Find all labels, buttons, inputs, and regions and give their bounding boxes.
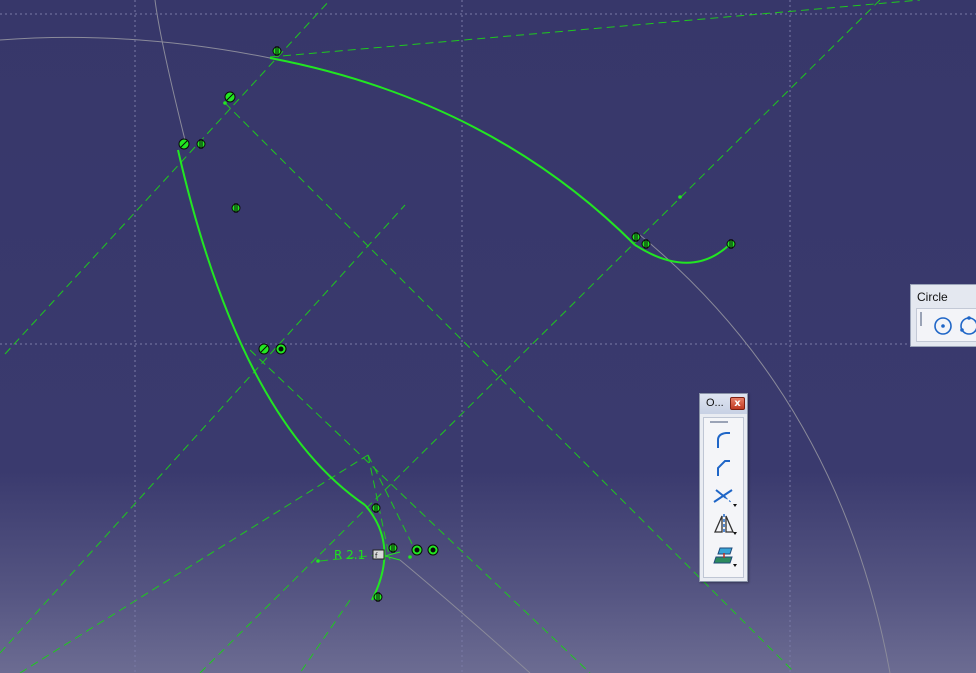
center-point[interactable] — [678, 195, 682, 199]
chamfer-button[interactable] — [710, 456, 738, 480]
circle-toolbar-title: Circle — [917, 290, 948, 304]
sketch-canvas[interactable]: f R 2.1 — [0, 0, 976, 673]
tangency-icon — [641, 239, 651, 249]
tangency-icon — [388, 543, 398, 553]
three-point-circle-button[interactable] — [957, 314, 976, 338]
trim-button[interactable] — [710, 484, 738, 508]
construction-lines — [0, 0, 921, 673]
coincidence-constraints[interactable] — [178, 91, 439, 556]
operation-toolbar[interactable]: O... x — [699, 393, 748, 582]
tangency-constraints[interactable] — [196, 46, 736, 602]
operation-toolbar-titlebar[interactable]: O... x — [700, 394, 747, 414]
trim-icon — [713, 489, 737, 507]
tangency-icon — [631, 232, 641, 242]
coincidence-icon — [224, 91, 236, 103]
operation-toolbar-title: O... — [706, 397, 724, 409]
tangency-icon — [272, 46, 282, 56]
construction-point[interactable] — [223, 101, 227, 105]
concentric-icon — [275, 343, 287, 355]
end-arc[interactable] — [634, 244, 729, 264]
mirror-icon — [714, 514, 737, 535]
circle-icon — [934, 317, 952, 335]
project-3d-elements-button[interactable] — [710, 544, 738, 568]
corner-icon — [717, 432, 730, 448]
concentric-icon — [411, 544, 423, 556]
tangency-icon — [373, 592, 383, 602]
dimension-anchor-point[interactable] — [408, 555, 412, 559]
close-button[interactable]: x — [730, 397, 745, 410]
reference-curves — [0, 0, 891, 673]
mirror-button[interactable] — [710, 512, 738, 536]
upper-arc[interactable] — [269, 57, 636, 246]
left-spline[interactable] — [177, 149, 366, 506]
sketch-profile[interactable] — [177, 57, 729, 601]
circle-toolbar-body — [916, 308, 976, 342]
tangency-icon — [196, 139, 206, 149]
corner-button[interactable] — [710, 428, 738, 452]
sketch-geometry: f — [0, 0, 976, 673]
circle-toolbar[interactable]: Circle — [910, 284, 976, 347]
project-3d-elements-icon — [713, 547, 737, 567]
radius-dimension-label[interactable]: R 2.1 — [334, 548, 365, 562]
chamfer-icon — [717, 460, 730, 476]
fix-together-icon[interactable]: f — [372, 549, 385, 560]
close-icon: x — [734, 398, 741, 409]
toolbar-grip[interactable] — [920, 312, 922, 326]
sketch-grid — [0, 0, 976, 673]
concentric-icon — [427, 544, 439, 556]
coincidence-icon — [178, 138, 190, 150]
toolbar-grip[interactable] — [710, 421, 728, 423]
coincidence-icon — [258, 343, 270, 355]
dimension-arrow-icon — [384, 551, 401, 561]
tangency-icon — [726, 239, 736, 249]
tangency-icon — [371, 503, 381, 513]
dimension-anchor-point[interactable] — [316, 559, 320, 563]
circle-button[interactable] — [931, 314, 955, 338]
tangency-icon — [231, 203, 241, 213]
operation-toolbar-body — [703, 417, 744, 578]
three-point-circle-icon — [960, 316, 976, 335]
